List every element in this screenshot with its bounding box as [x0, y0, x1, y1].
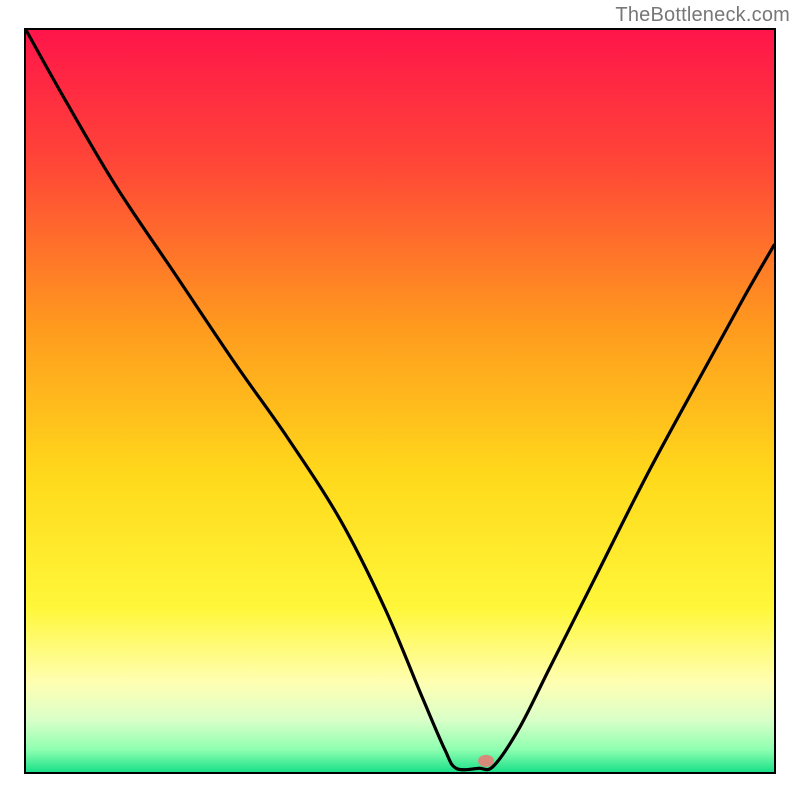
gradient-background [26, 30, 774, 772]
plot-area [26, 30, 774, 772]
watermark-text: TheBottleneck.com [615, 4, 790, 27]
plot-frame [24, 28, 776, 774]
optimal-point-icon [478, 755, 494, 767]
optimal-point-marker [478, 755, 494, 767]
chart-svg [26, 30, 774, 772]
chart-container: TheBottleneck.com [0, 0, 800, 800]
